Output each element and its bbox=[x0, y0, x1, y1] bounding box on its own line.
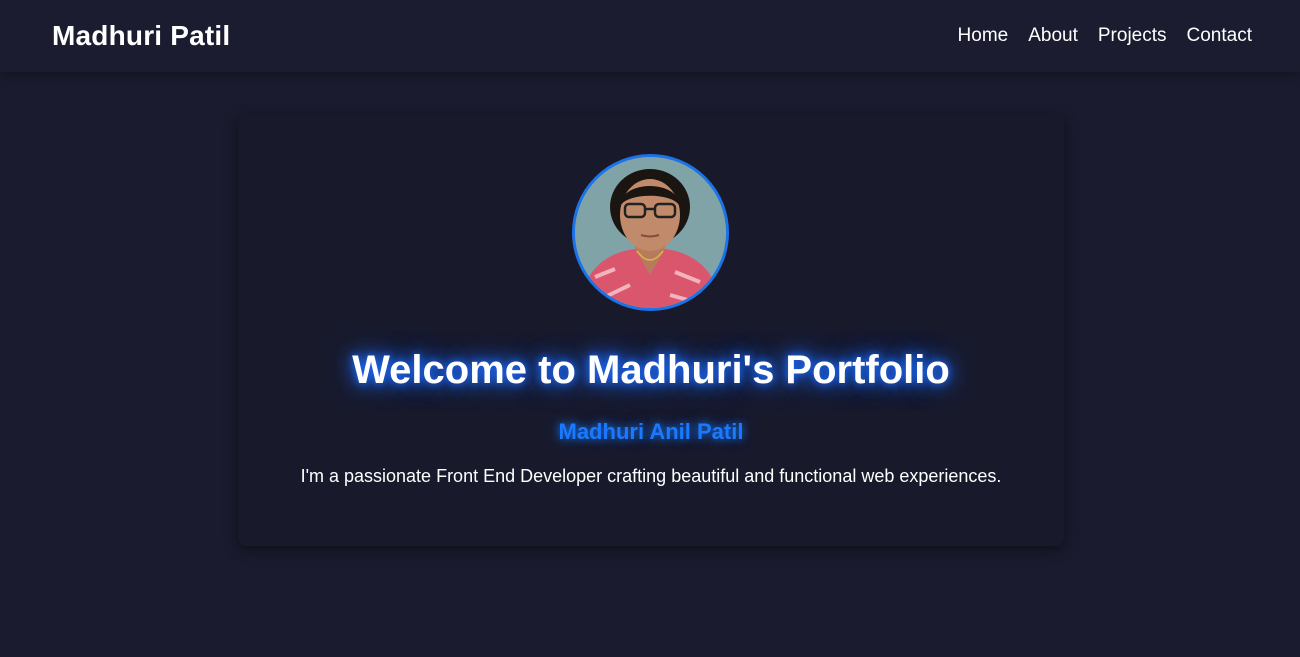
top-navbar: Madhuri Patil Home About Projects Contac… bbox=[0, 0, 1300, 72]
profile-avatar bbox=[572, 154, 729, 311]
profile-photo-illustration bbox=[575, 157, 726, 308]
nav-links: Home About Projects Contact bbox=[958, 25, 1252, 47]
hero-card: Welcome to Madhuri's Portfolio Madhuri A… bbox=[238, 114, 1064, 546]
nav-item-contact: Contact bbox=[1187, 25, 1252, 47]
nav-item-home: Home bbox=[958, 25, 1009, 47]
nav-link-contact[interactable]: Contact bbox=[1187, 25, 1252, 46]
nav-item-about: About bbox=[1028, 25, 1078, 47]
nav-link-home[interactable]: Home bbox=[958, 25, 1009, 46]
nav-link-projects[interactable]: Projects bbox=[1098, 25, 1167, 46]
hero-description: I'm a passionate Front End Developer cra… bbox=[300, 466, 1002, 486]
hero-title: Welcome to Madhuri's Portfolio bbox=[352, 348, 950, 392]
hero-name: Madhuri Anil Patil bbox=[558, 419, 744, 444]
nav-item-projects: Projects bbox=[1098, 25, 1167, 47]
site-brand[interactable]: Madhuri Patil bbox=[52, 20, 230, 52]
nav-link-about[interactable]: About bbox=[1028, 25, 1078, 46]
